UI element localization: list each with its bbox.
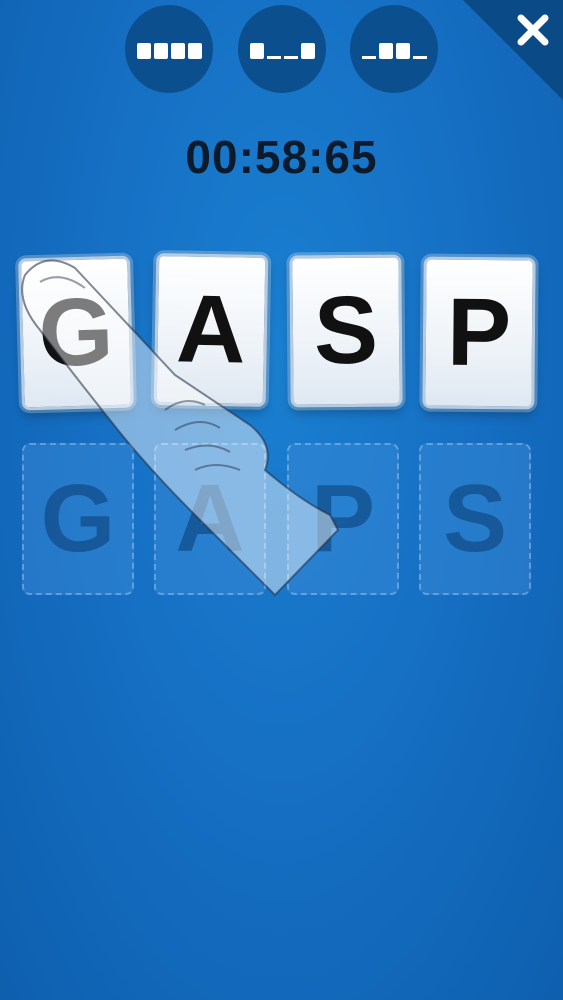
hint-slots [249, 39, 315, 59]
letter-tile-3[interactable]: S [289, 254, 403, 408]
hint-slot-filled [395, 43, 410, 59]
hint-slots [361, 39, 427, 59]
target-slot-2[interactable]: A [154, 443, 266, 595]
hint-button-1[interactable] [125, 5, 213, 93]
hint-slot-empty [412, 56, 427, 59]
close-button[interactable] [511, 8, 555, 52]
hint-slot-empty [361, 56, 376, 59]
hint-slot-filled [136, 43, 151, 59]
letter-tile-4[interactable]: P [422, 256, 536, 410]
letter-tile-2[interactable]: A [153, 253, 269, 407]
hint-slot-filled [300, 43, 315, 59]
hint-slot-filled [170, 43, 185, 59]
target-slot-4[interactable]: S [419, 443, 531, 595]
hint-button-3[interactable] [350, 5, 438, 93]
countdown-timer: 00:58:65 [185, 131, 378, 183]
hint-slot-empty [283, 56, 298, 59]
hint-slots [136, 39, 202, 59]
hint-slot-filled [249, 43, 264, 59]
hint-slot-filled [187, 43, 202, 59]
hint-slot-empty [266, 56, 281, 59]
hint-slot-filled [153, 43, 168, 59]
target-slot-3[interactable]: P [287, 443, 399, 595]
hint-slot-filled [378, 43, 393, 59]
close-icon [517, 14, 549, 46]
hint-button-2[interactable] [238, 5, 326, 93]
letter-tile-1[interactable]: G [18, 255, 134, 411]
target-slot-1[interactable]: G [22, 443, 134, 595]
